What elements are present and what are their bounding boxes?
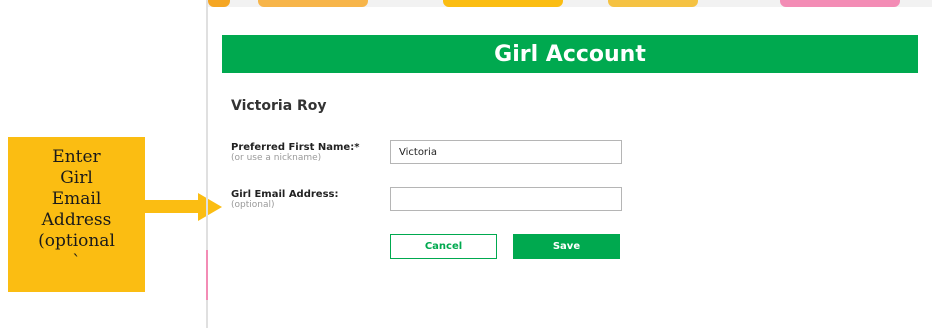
page: Enter Girl Email Address (optional ` Gir… bbox=[0, 0, 932, 328]
page-title: Girl Account bbox=[222, 35, 918, 73]
email-label-text: Girl Email Address: bbox=[231, 189, 339, 200]
decorative-top-strip bbox=[208, 0, 932, 7]
decorative-shape bbox=[780, 0, 900, 7]
decorative-strip bbox=[206, 250, 208, 300]
save-button[interactable]: Save bbox=[513, 234, 620, 259]
decorative-shape bbox=[208, 0, 230, 7]
email-label: Girl Email Address: (optional) bbox=[231, 189, 339, 210]
cancel-button[interactable]: Cancel bbox=[390, 234, 497, 259]
decorative-shape bbox=[258, 0, 368, 7]
instruction-callout: Enter Girl Email Address (optional ` bbox=[8, 137, 145, 292]
email-field[interactable] bbox=[390, 187, 622, 211]
decorative-shape bbox=[608, 0, 698, 7]
first-name-label-rest: First Name:* bbox=[284, 142, 360, 153]
email-hint: (optional) bbox=[231, 200, 275, 210]
girl-name: Victoria Roy bbox=[231, 98, 327, 114]
first-name-label: Preferred First Name:* (or use a nicknam… bbox=[231, 142, 359, 163]
first-name-label-bold: Preferred bbox=[231, 142, 285, 153]
callout-arrow-shaft bbox=[144, 200, 199, 213]
first-name-hint: (or use a nickname) bbox=[231, 153, 322, 163]
callout-arrow-icon bbox=[198, 193, 222, 221]
first-name-field[interactable] bbox=[390, 140, 622, 164]
decorative-shape bbox=[443, 0, 563, 7]
